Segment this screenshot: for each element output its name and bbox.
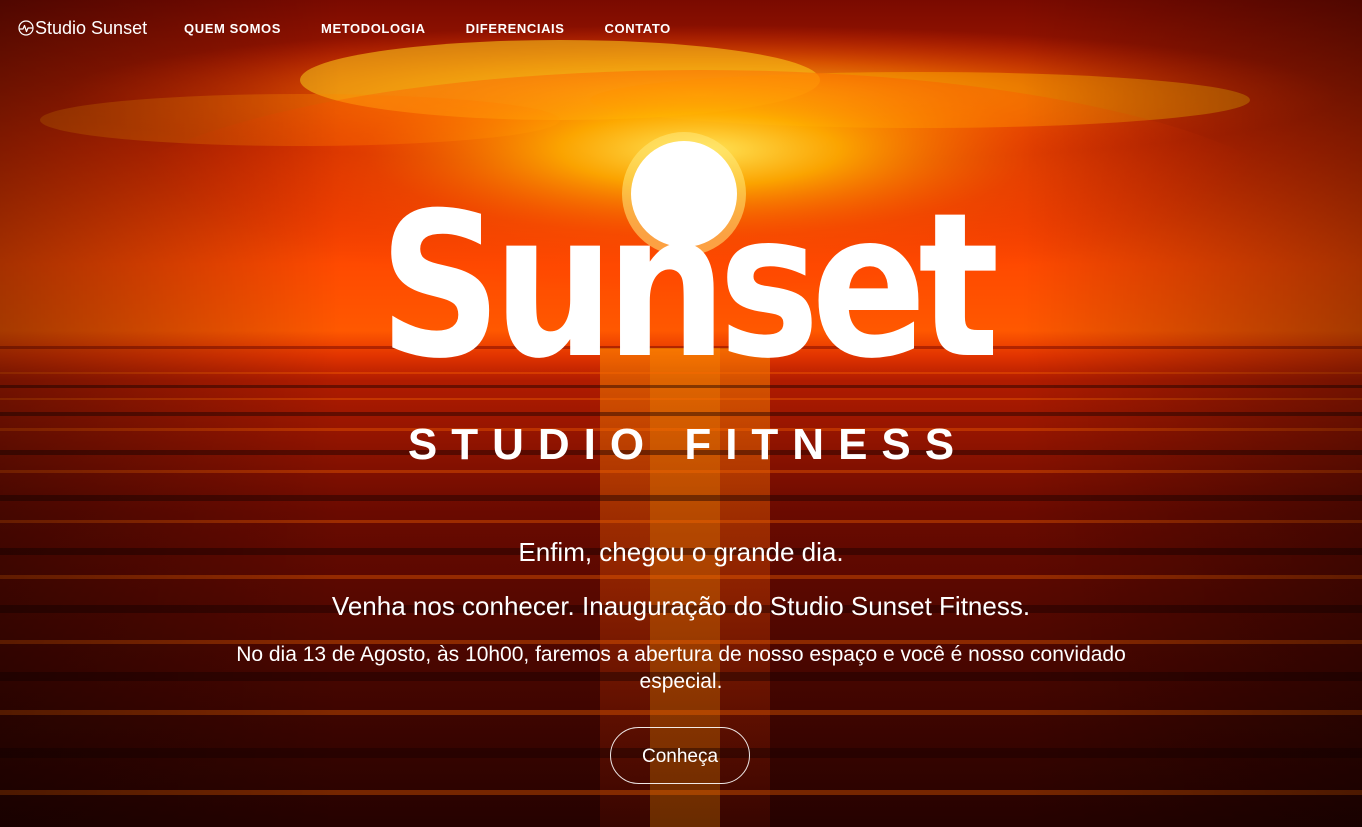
logo-subtitle: STUDIO FITNESS <box>407 420 969 469</box>
nav-item-contato[interactable]: CONTATO <box>605 21 671 37</box>
nav-item-diferenciais[interactable]: DIFERENCIAIS <box>466 21 565 37</box>
hero-body-text: No dia 13 de Agosto, às 10h00, faremos a… <box>236 643 1126 693</box>
brand-link[interactable]: Studio Sunset <box>18 17 147 39</box>
heartbeat-icon <box>18 20 34 36</box>
nav-menu: QUEM SOMOS METODOLOGIA DIFERENCIAIS CONT… <box>184 21 711 37</box>
conheca-button[interactable]: Conheça <box>610 727 750 784</box>
hero-section: Studio Sunset QUEM SOMOS METODOLOGIA DIF… <box>0 0 1362 827</box>
sunset-background-image <box>0 0 1362 827</box>
nav-item-metodologia[interactable]: METODOLOGIA <box>321 21 426 37</box>
logo-word-text: Sunset <box>379 170 996 380</box>
top-navigation: Studio Sunset QUEM SOMOS METODOLOGIA DIF… <box>0 0 1362 56</box>
brand-label: Studio Sunset <box>35 17 148 38</box>
hero-headline: Enfim, chegou o grande dia. <box>518 537 844 567</box>
hero-subheadline: Venha nos conhecer. Inauguração do Studi… <box>331 591 1031 621</box>
nav-item-quem-somos[interactable]: QUEM SOMOS <box>184 21 281 37</box>
sunset-logo: Sunset <box>379 170 1000 380</box>
